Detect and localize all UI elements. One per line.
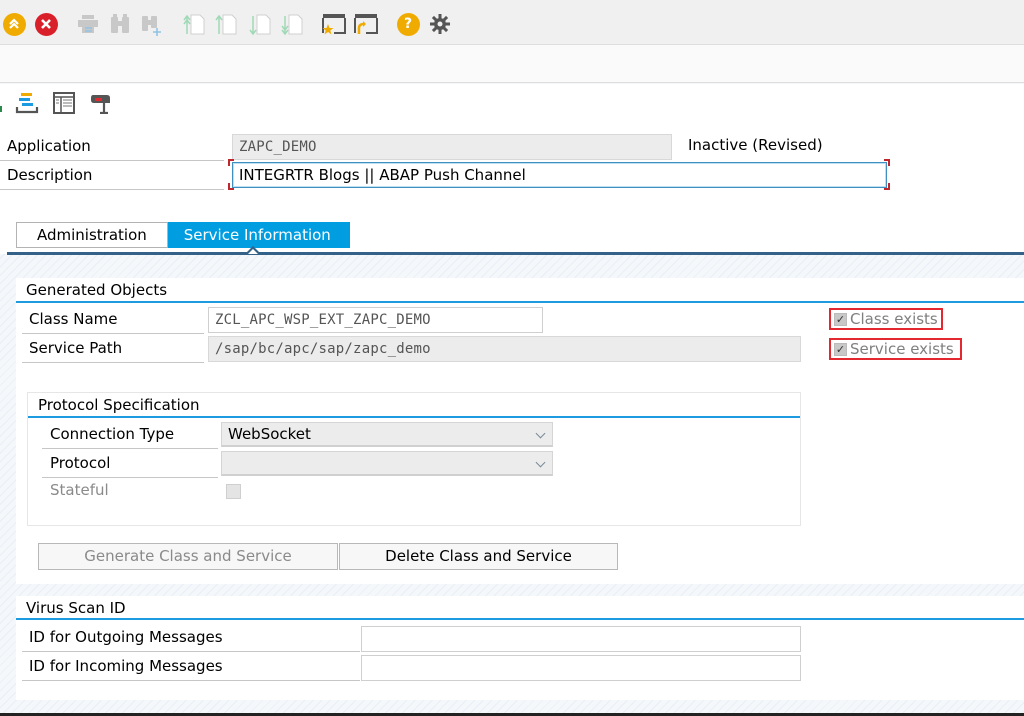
checkbox-checked-icon: ✓ bbox=[834, 312, 847, 326]
incoming-id-label: ID for Incoming Messages bbox=[22, 653, 360, 681]
service-path-label: Service Path bbox=[22, 335, 204, 363]
next-page-icon[interactable] bbox=[248, 12, 272, 36]
outgoing-id-field[interactable] bbox=[361, 626, 801, 652]
title-bar bbox=[0, 45, 1024, 83]
protocol-spec-title: Protocol Specification bbox=[38, 396, 200, 414]
stateful-label: Stateful bbox=[50, 481, 109, 499]
hierarchy-icon[interactable] bbox=[15, 92, 39, 114]
active-tab-indicator-inner bbox=[248, 249, 258, 254]
application-field[interactable]: ZAPC_DEMO bbox=[232, 134, 672, 160]
service-exists-label: Service exists bbox=[850, 340, 954, 358]
cancel-icon[interactable] bbox=[34, 12, 58, 36]
class-exists-checkbox[interactable]: ✓ Class exists bbox=[829, 308, 943, 330]
display-change-icon[interactable] bbox=[0, 92, 4, 114]
find-icon[interactable] bbox=[108, 12, 132, 36]
protocol-label: Protocol bbox=[42, 450, 218, 478]
back-icon[interactable] bbox=[2, 12, 26, 36]
tab-bar: Administration Service Information bbox=[16, 222, 350, 248]
required-marker bbox=[884, 183, 890, 190]
virus-scan-title: Virus Scan ID bbox=[26, 599, 126, 617]
required-marker bbox=[228, 159, 234, 166]
find-next-icon[interactable] bbox=[140, 12, 164, 36]
application-toolbar bbox=[0, 84, 1024, 122]
object-list-icon[interactable] bbox=[52, 92, 76, 114]
service-exists-checkbox[interactable]: ✓ Service exists bbox=[829, 338, 962, 360]
last-page-icon[interactable] bbox=[280, 12, 304, 36]
required-marker bbox=[228, 183, 234, 190]
checkbox-checked-icon: ✓ bbox=[834, 342, 847, 356]
connection-type-value: WebSocket bbox=[228, 425, 311, 443]
generated-objects-panel: Generated Objects Class Name ZCL_APC_WSP… bbox=[16, 278, 1024, 584]
chevron-down-icon bbox=[535, 457, 546, 468]
stateful-checkbox[interactable] bbox=[226, 484, 241, 499]
previous-page-icon[interactable] bbox=[214, 12, 238, 36]
print-icon[interactable] bbox=[76, 12, 100, 36]
required-marker bbox=[884, 159, 890, 166]
outgoing-id-label: ID for Outgoing Messages bbox=[22, 624, 360, 652]
chevron-down-icon bbox=[535, 428, 546, 439]
settings-icon[interactable] bbox=[428, 12, 452, 36]
tab-administration[interactable]: Administration bbox=[16, 222, 168, 248]
tab-service-information[interactable]: Service Information bbox=[167, 222, 350, 248]
class-name-label: Class Name bbox=[22, 306, 204, 334]
description-label: Description bbox=[0, 162, 224, 190]
protocol-select[interactable] bbox=[221, 451, 553, 476]
delete-class-service-button[interactable]: Delete Class and Service bbox=[339, 543, 618, 570]
class-exists-label: Class exists bbox=[850, 310, 938, 328]
main-content: Application ZAPC_DEMO Inactive (Revised)… bbox=[0, 122, 1024, 716]
service-path-field[interactable]: /sap/bc/apc/sap/zapc_demo bbox=[208, 336, 801, 362]
where-used-icon[interactable] bbox=[90, 92, 114, 115]
description-field[interactable]: INTEGRTR Blogs || ABAP Push Channel bbox=[232, 162, 887, 188]
shortcut-icon[interactable] bbox=[354, 12, 378, 36]
class-name-field[interactable]: ZCL_APC_WSP_EXT_ZAPC_DEMO bbox=[208, 307, 543, 333]
first-page-icon[interactable] bbox=[182, 12, 206, 36]
incoming-id-field[interactable] bbox=[361, 655, 801, 681]
group-divider bbox=[16, 618, 1024, 620]
connection-type-select[interactable]: WebSocket bbox=[221, 422, 553, 447]
connection-type-label: Connection Type bbox=[42, 421, 218, 449]
generated-objects-title: Generated Objects bbox=[26, 281, 168, 299]
application-label: Application bbox=[0, 133, 224, 161]
group-divider bbox=[16, 301, 1024, 303]
virus-scan-panel: Virus Scan ID ID for Outgoing Messages I… bbox=[16, 596, 1024, 700]
tab-underline bbox=[7, 252, 1024, 255]
help-icon[interactable]: ? bbox=[396, 12, 420, 36]
status-text: Inactive (Revised) bbox=[688, 136, 823, 154]
create-session-icon[interactable] bbox=[322, 12, 346, 36]
system-toolbar: ? bbox=[0, 0, 1024, 45]
protocol-spec-group: Protocol Specification Connection Type W… bbox=[27, 392, 801, 526]
group-divider bbox=[28, 416, 800, 418]
generate-class-service-button[interactable]: Generate Class and Service bbox=[38, 543, 338, 570]
